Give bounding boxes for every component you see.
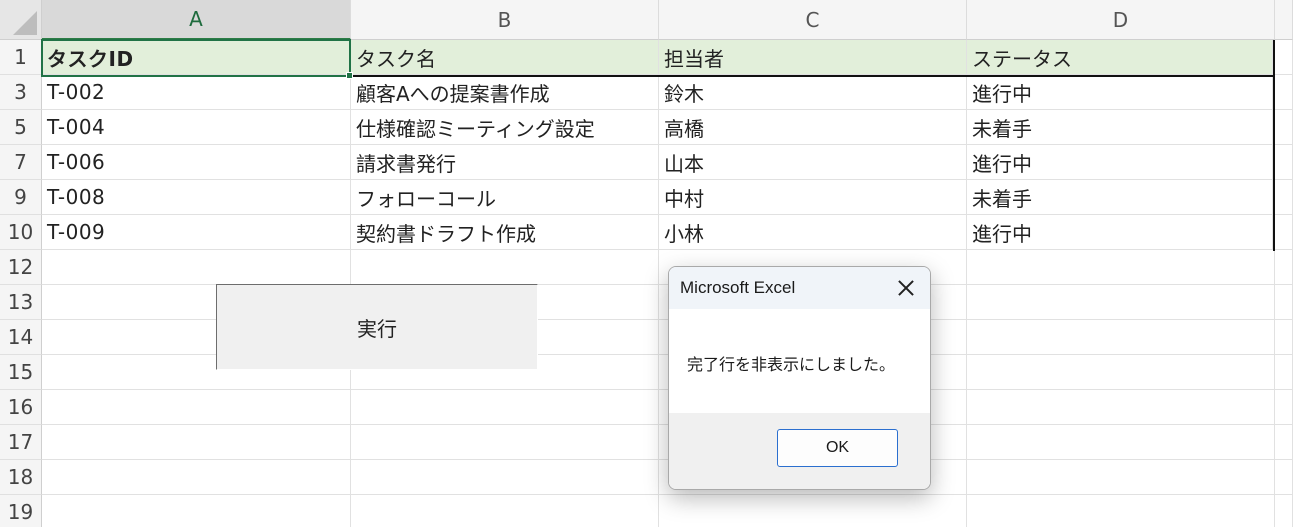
cell-task-id[interactable]: T-002 [42, 75, 351, 110]
spreadsheet-grid[interactable]: A B C D 1 タスクID タスク名 担当者 ステータス 3 T-002 顧… [0, 0, 1293, 527]
cell-assignee[interactable]: 高橋 [659, 110, 967, 145]
row-header[interactable]: 15 [0, 355, 42, 390]
column-header-a[interactable]: A [42, 0, 351, 40]
cell-status[interactable]: 進行中 [967, 145, 1273, 180]
grid-cell[interactable] [967, 495, 1275, 527]
grid-cell[interactable] [42, 390, 351, 425]
cell-task-name[interactable]: 契約書ドラフト作成 [351, 215, 659, 250]
grid-cell[interactable] [1275, 215, 1293, 250]
grid-cell[interactable] [351, 425, 659, 460]
cell-assignee[interactable]: 山本 [659, 145, 967, 180]
grid-cell[interactable] [1275, 40, 1293, 75]
grid-cell[interactable] [967, 250, 1275, 285]
grid-cell[interactable] [1275, 250, 1293, 285]
header-cell-task-name[interactable]: タスク名 [351, 40, 659, 75]
column-header-e-partial[interactable] [1275, 0, 1293, 40]
grid-cell[interactable] [1275, 390, 1293, 425]
dialog-message: 完了行を非表示にしました。 [687, 355, 896, 374]
grid-cell[interactable] [351, 250, 659, 285]
grid-cell[interactable] [351, 495, 659, 527]
row-header[interactable]: 19 [0, 495, 42, 527]
fill-handle[interactable] [346, 72, 353, 79]
table-header-border [42, 75, 1274, 77]
grid-cell[interactable] [1275, 145, 1293, 180]
cell-assignee[interactable]: 中村 [659, 180, 967, 215]
header-cell-task-id[interactable]: タスクID [42, 40, 351, 75]
grid-cell[interactable] [42, 460, 351, 495]
grid-cell[interactable] [967, 355, 1275, 390]
cell-task-id[interactable]: T-004 [42, 110, 351, 145]
row-header[interactable]: 1 [0, 40, 42, 75]
column-header-d[interactable]: D [967, 0, 1275, 40]
grid-cell[interactable] [42, 425, 351, 460]
cell-status[interactable]: 未着手 [967, 180, 1273, 215]
row-header[interactable]: 18 [0, 460, 42, 495]
grid-cell[interactable] [42, 495, 351, 527]
grid-cell[interactable] [967, 390, 1275, 425]
grid-cell[interactable] [351, 390, 659, 425]
cell-task-id[interactable]: T-006 [42, 145, 351, 180]
row-header[interactable]: 12 [0, 250, 42, 285]
grid-cell[interactable] [1275, 180, 1293, 215]
grid-cell[interactable] [1275, 320, 1293, 355]
cell-status[interactable]: 未着手 [967, 110, 1273, 145]
row-header[interactable]: 14 [0, 320, 42, 355]
grid-cell[interactable] [1275, 425, 1293, 460]
cell-status[interactable]: 進行中 [967, 215, 1273, 250]
select-all-triangle-icon [13, 11, 37, 35]
grid-cell[interactable] [1275, 460, 1293, 495]
row-header[interactable]: 13 [0, 285, 42, 320]
grid-cell[interactable] [1275, 495, 1293, 527]
table-right-border [1273, 40, 1275, 251]
cell-task-id[interactable]: T-009 [42, 215, 351, 250]
grid-cell[interactable] [42, 250, 351, 285]
grid-cell[interactable] [1275, 75, 1293, 110]
grid-cell[interactable] [659, 495, 967, 527]
row-header[interactable]: 10 [0, 215, 42, 250]
grid-cell[interactable] [967, 285, 1275, 320]
ok-button[interactable]: OK [777, 429, 898, 467]
message-dialog: Microsoft Excel 完了行を非表示にしました。 OK [668, 266, 931, 490]
cell-assignee[interactable]: 小林 [659, 215, 967, 250]
cell-task-id[interactable]: T-008 [42, 180, 351, 215]
run-button[interactable]: 実行 [216, 284, 538, 370]
cell-task-name[interactable]: 請求書発行 [351, 145, 659, 180]
column-header-c[interactable]: C [659, 0, 967, 40]
close-icon[interactable] [894, 276, 918, 300]
header-cell-status[interactable]: ステータス [967, 40, 1273, 75]
cell-task-name[interactable]: フォローコール [351, 180, 659, 215]
row-header[interactable]: 3 [0, 75, 42, 110]
grid-cell[interactable] [1275, 110, 1293, 145]
column-header-b[interactable]: B [351, 0, 659, 40]
cell-task-name[interactable]: 仕様確認ミーティング設定 [351, 110, 659, 145]
grid-cell[interactable] [967, 460, 1275, 495]
grid-cell[interactable] [1275, 355, 1293, 390]
cell-status[interactable]: 進行中 [967, 75, 1273, 110]
row-header[interactable]: 9 [0, 180, 42, 215]
cell-assignee[interactable]: 鈴木 [659, 75, 967, 110]
row-header[interactable]: 17 [0, 425, 42, 460]
grid-cell[interactable] [351, 460, 659, 495]
dialog-footer: OK [669, 413, 930, 489]
dialog-title: Microsoft Excel [680, 278, 796, 297]
grid-cell[interactable] [967, 320, 1275, 355]
row-header[interactable]: 5 [0, 110, 42, 145]
grid-cell[interactable] [1275, 285, 1293, 320]
row-header[interactable]: 7 [0, 145, 42, 180]
dialog-title-bar[interactable]: Microsoft Excel [669, 267, 930, 309]
select-all-corner[interactable] [0, 0, 42, 40]
grid-cell[interactable] [967, 425, 1275, 460]
cell-task-name[interactable]: 顧客Aへの提案書作成 [351, 75, 659, 110]
header-cell-assignee[interactable]: 担当者 [659, 40, 967, 75]
row-header[interactable]: 16 [0, 390, 42, 425]
